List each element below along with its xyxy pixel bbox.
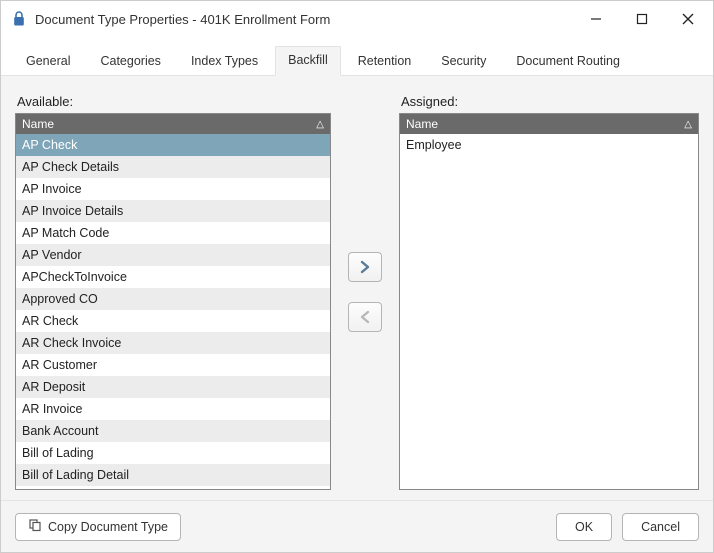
maximize-button[interactable]: [619, 4, 665, 34]
tab-categories[interactable]: Categories: [87, 47, 173, 76]
tab-backfill[interactable]: Backfill: [275, 46, 341, 76]
list-item[interactable]: AR Invoice: [16, 398, 330, 420]
assigned-list-body[interactable]: Employee: [400, 134, 698, 489]
list-item[interactable]: AR Check: [16, 310, 330, 332]
list-item[interactable]: APCheckToInvoice: [16, 266, 330, 288]
list-item[interactable]: Bill of Lading: [16, 442, 330, 464]
copy-icon: [28, 518, 42, 535]
copy-document-type-button[interactable]: Copy Document Type: [15, 513, 181, 541]
list-item[interactable]: Bank Account: [16, 420, 330, 442]
transfer-buttons: [343, 94, 387, 490]
close-button[interactable]: [665, 4, 711, 34]
window-controls: [573, 4, 711, 34]
assigned-panel: Assigned: Name △ Employee: [399, 94, 699, 490]
minimize-button[interactable]: [573, 4, 619, 34]
cancel-button-label: Cancel: [641, 520, 680, 534]
list-item[interactable]: AP Match Code: [16, 222, 330, 244]
tab-document-routing[interactable]: Document Routing: [503, 47, 633, 76]
ok-button-label: OK: [575, 520, 593, 534]
chevron-right-icon: [358, 260, 372, 274]
tab-bar: GeneralCategoriesIndex TypesBackfillRete…: [1, 37, 713, 76]
available-listbox[interactable]: Name △ AP CheckAP Check DetailsAP Invoic…: [15, 113, 331, 490]
tab-retention[interactable]: Retention: [345, 47, 425, 76]
list-item[interactable]: AP Check: [16, 134, 330, 156]
assigned-listbox[interactable]: Name △ Employee: [399, 113, 699, 490]
list-item[interactable]: AR Check Invoice: [16, 332, 330, 354]
tab-security[interactable]: Security: [428, 47, 499, 76]
list-item[interactable]: AP Vendor: [16, 244, 330, 266]
list-item[interactable]: AR Customer: [16, 354, 330, 376]
copy-button-label: Copy Document Type: [48, 520, 168, 534]
available-label: Available:: [15, 94, 331, 109]
content-area: Available: Name △ AP CheckAP Check Detai…: [1, 76, 713, 500]
window-title: Document Type Properties - 401K Enrollme…: [35, 12, 330, 27]
sort-asc-icon: △: [316, 119, 324, 130]
list-item[interactable]: Employee: [400, 134, 698, 156]
assigned-label: Assigned:: [399, 94, 699, 109]
list-item[interactable]: Bill of Lading Detail: [16, 464, 330, 486]
list-item[interactable]: AP Invoice: [16, 178, 330, 200]
list-item[interactable]: AP Invoice Details: [16, 200, 330, 222]
lock-icon: [11, 11, 27, 27]
add-button[interactable]: [348, 252, 382, 282]
title-bar: Document Type Properties - 401K Enrollme…: [1, 1, 713, 37]
ok-button[interactable]: OK: [556, 513, 612, 541]
cancel-button[interactable]: Cancel: [622, 513, 699, 541]
list-item[interactable]: AR Deposit: [16, 376, 330, 398]
column-header-text: Name: [22, 117, 54, 131]
list-item[interactable]: Approved CO: [16, 288, 330, 310]
footer: Copy Document Type OK Cancel: [1, 500, 713, 552]
column-header-text: Name: [406, 117, 438, 131]
assigned-column-header[interactable]: Name △: [400, 114, 698, 134]
remove-button[interactable]: [348, 302, 382, 332]
available-column-header[interactable]: Name △: [16, 114, 330, 134]
dialog-window: Document Type Properties - 401K Enrollme…: [0, 0, 714, 553]
available-panel: Available: Name △ AP CheckAP Check Detai…: [15, 94, 331, 490]
list-item[interactable]: AP Check Details: [16, 156, 330, 178]
available-list-body[interactable]: AP CheckAP Check DetailsAP InvoiceAP Inv…: [16, 134, 330, 489]
tab-index-types[interactable]: Index Types: [178, 47, 271, 76]
sort-asc-icon: △: [684, 119, 692, 130]
tab-general[interactable]: General: [13, 47, 83, 76]
chevron-left-icon: [358, 310, 372, 324]
